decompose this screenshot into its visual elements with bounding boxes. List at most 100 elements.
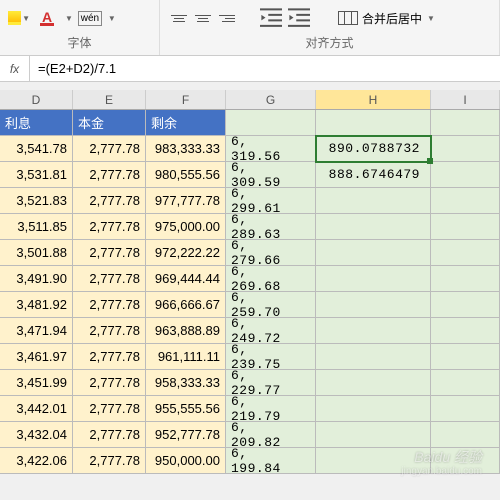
cell[interactable]: 2,777.78 (73, 292, 146, 318)
cell[interactable]: 972,222.22 (146, 240, 226, 266)
cell[interactable] (431, 162, 500, 188)
cell[interactable] (316, 214, 431, 240)
cell[interactable]: 6, 219.79 (226, 396, 316, 422)
cell[interactable]: 3,501.88 (0, 240, 73, 266)
cell[interactable] (431, 136, 500, 162)
cell[interactable] (316, 370, 431, 396)
cell[interactable]: 890.0788732 (316, 136, 431, 162)
align-center-button[interactable] (192, 7, 214, 29)
cell[interactable] (316, 318, 431, 344)
cell[interactable] (431, 396, 500, 422)
cell[interactable]: 3,451.99 (0, 370, 73, 396)
cell[interactable]: 6, 199.84 (226, 448, 316, 474)
cell[interactable]: 980,555.56 (146, 162, 226, 188)
cell[interactable]: 6, 229.77 (226, 370, 316, 396)
align-left-button[interactable] (168, 7, 190, 29)
cell[interactable]: 6, 289.63 (226, 214, 316, 240)
cell[interactable] (431, 240, 500, 266)
cell[interactable]: 2,777.78 (73, 214, 146, 240)
cell[interactable]: 6, 279.66 (226, 240, 316, 266)
cell[interactable]: 3,541.78 (0, 136, 73, 162)
cell[interactable]: 963,888.89 (146, 318, 226, 344)
cell[interactable]: 2,777.78 (73, 422, 146, 448)
cell[interactable]: 983,333.33 (146, 136, 226, 162)
fx-button[interactable]: fx (0, 56, 30, 81)
col-header-f[interactable]: F (146, 90, 226, 109)
col-header-h[interactable]: H (316, 90, 431, 109)
col-header-d[interactable]: D (0, 90, 73, 109)
cell[interactable]: 3,422.06 (0, 448, 73, 474)
col-header-i[interactable]: I (431, 90, 500, 109)
increase-indent-button[interactable] (288, 7, 310, 29)
cell[interactable] (431, 370, 500, 396)
cell[interactable]: 3,481.92 (0, 292, 73, 318)
cell[interactable] (316, 188, 431, 214)
cell[interactable] (226, 110, 316, 136)
cell[interactable]: 958,333.33 (146, 370, 226, 396)
cell[interactable] (316, 396, 431, 422)
cell[interactable]: 2,777.78 (73, 266, 146, 292)
cell[interactable]: 966,666.67 (146, 292, 226, 318)
cell[interactable]: 977,777.78 (146, 188, 226, 214)
merge-center-button[interactable]: 合并后居中 ▼ (334, 8, 439, 29)
align-right-button[interactable] (216, 7, 238, 29)
cell[interactable] (431, 344, 500, 370)
cell[interactable] (316, 448, 431, 474)
cell[interactable] (431, 214, 500, 240)
cell[interactable]: 2,777.78 (73, 396, 146, 422)
cell[interactable]: 2,777.78 (73, 448, 146, 474)
header-interest[interactable]: 利息 (0, 110, 73, 136)
cell[interactable] (431, 292, 500, 318)
cell[interactable]: 6, 269.68 (226, 266, 316, 292)
cell[interactable]: 3,432.04 (0, 422, 73, 448)
cell[interactable] (431, 110, 500, 136)
cell[interactable]: 6, 309.59 (226, 162, 316, 188)
cell[interactable]: 3,471.94 (0, 318, 73, 344)
cell[interactable]: 2,777.78 (73, 188, 146, 214)
header-principal[interactable]: 本金 (73, 110, 146, 136)
cell[interactable] (316, 344, 431, 370)
cell[interactable] (316, 110, 431, 136)
header-remaining[interactable]: 剩余 (146, 110, 226, 136)
cell[interactable]: 6, 249.72 (226, 318, 316, 344)
cell[interactable]: 2,777.78 (73, 370, 146, 396)
cell[interactable]: 3,521.83 (0, 188, 73, 214)
cell[interactable]: 3,531.81 (0, 162, 73, 188)
formula-input[interactable]: =(E2+D2)/7.1 (30, 56, 500, 81)
cell[interactable] (431, 448, 500, 474)
col-header-g[interactable]: G (226, 90, 316, 109)
cell[interactable] (316, 292, 431, 318)
cell[interactable]: 3,491.90 (0, 266, 73, 292)
cell[interactable] (316, 266, 431, 292)
phonetic-button[interactable]: wén (79, 7, 101, 29)
cell[interactable]: 3,461.97 (0, 344, 73, 370)
cell[interactable]: 3,511.85 (0, 214, 73, 240)
cell[interactable]: 950,000.00 (146, 448, 226, 474)
cell[interactable]: 888.6746479 (316, 162, 431, 188)
col-header-e[interactable]: E (73, 90, 146, 109)
cell[interactable]: 952,777.78 (146, 422, 226, 448)
cell[interactable]: 3,442.01 (0, 396, 73, 422)
cell[interactable] (431, 422, 500, 448)
cell[interactable]: 2,777.78 (73, 136, 146, 162)
cell[interactable] (431, 266, 500, 292)
cell[interactable]: 2,777.78 (73, 162, 146, 188)
font-color-button[interactable]: A (36, 7, 58, 29)
cell[interactable]: 6, 259.70 (226, 292, 316, 318)
cell[interactable]: 955,555.56 (146, 396, 226, 422)
cell[interactable] (316, 240, 431, 266)
cell[interactable]: 2,777.78 (73, 318, 146, 344)
decrease-indent-button[interactable] (260, 7, 282, 29)
cell[interactable]: 961,111.11 (146, 344, 226, 370)
cell[interactable] (431, 318, 500, 344)
cell[interactable] (431, 188, 500, 214)
cell[interactable]: 6, 299.61 (226, 188, 316, 214)
cell[interactable]: 2,777.78 (73, 240, 146, 266)
cell[interactable]: 6, 239.75 (226, 344, 316, 370)
cell[interactable]: 975,000.00 (146, 214, 226, 240)
cell[interactable]: 6, 209.82 (226, 422, 316, 448)
cell[interactable] (316, 422, 431, 448)
cell[interactable]: 2,777.78 (73, 344, 146, 370)
fill-color-button[interactable]: ▼ (8, 7, 30, 29)
cell[interactable]: 6, 319.56 (226, 136, 316, 162)
